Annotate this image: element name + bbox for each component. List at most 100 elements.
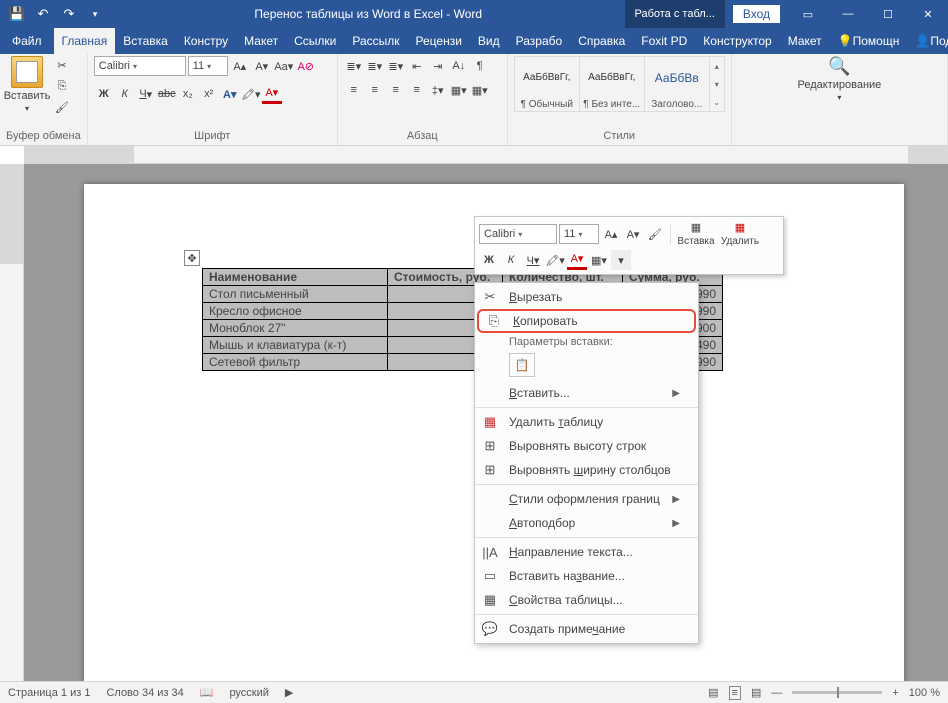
highlight-icon[interactable]: 🖍▾ [241,84,261,104]
bullets-icon[interactable]: ≣▾ [344,56,364,76]
indent-dec-icon[interactable]: ⇤ [407,56,427,76]
mini-underline-icon[interactable]: Ч▾ [523,250,543,270]
mini-font-combo[interactable]: Calibri▾ [479,224,557,244]
tab-table-layout[interactable]: Макет [780,28,830,54]
tab-table-design[interactable]: Конструктор [695,28,779,54]
view-web-icon[interactable]: ▤ [751,686,761,699]
tab-review[interactable]: Рецензи [408,28,470,54]
menu-distribute-cols[interactable]: ⊞Выровнять ширину столбцов [475,458,698,482]
status-language[interactable]: русский [229,687,268,699]
mini-painter-icon[interactable]: 🖌 [645,224,665,244]
menu-border-styles[interactable]: Стили оформления границ▶ [475,487,698,511]
qat-more-icon[interactable]: ▾ [84,3,106,25]
mini-shading-icon[interactable]: ▾ [611,250,631,270]
menu-copy[interactable]: ⎘Копировать [477,309,696,333]
show-marks-icon[interactable]: ¶ [470,56,490,76]
zoom-out-icon[interactable]: ― [771,687,782,699]
tab-developer[interactable]: Разрабо [508,28,571,54]
line-spacing-icon[interactable]: ‡▾ [428,80,448,100]
zoom-value[interactable]: 100 % [909,687,940,699]
shrink-font-icon[interactable]: A▾ [252,56,272,76]
mini-size-combo[interactable]: 11▾ [559,224,599,244]
menu-insert-caption[interactable]: ▭Вставить название... [475,564,698,588]
canvas[interactable]: ✥ Наименование Стоимость, руб. Количеств… [24,164,948,681]
strike-button[interactable]: abc [157,84,177,104]
grow-font-icon[interactable]: A▴ [230,56,250,76]
menu-autofit[interactable]: Автоподбор▶ [475,511,698,535]
status-macro-icon[interactable]: ▶ [285,686,293,699]
minimize-icon[interactable]: ― [828,0,868,28]
borders-icon[interactable]: ▦▾ [470,80,490,100]
mini-border-icon[interactable]: ▦▾ [589,250,609,270]
ruler-horizontal[interactable] [24,146,948,164]
tab-mailings[interactable]: Рассылк [344,28,407,54]
clear-format-icon[interactable]: A⊘ [296,56,316,76]
superscript-button[interactable]: x² [199,84,219,104]
maximize-icon[interactable]: ☐ [868,0,908,28]
save-icon[interactable]: 💾 [6,3,28,25]
text-effects-icon[interactable]: A▾ [220,84,240,104]
indent-inc-icon[interactable]: ⇥ [428,56,448,76]
close-icon[interactable]: ✕ [908,0,948,28]
login-button[interactable]: Вход [733,5,780,23]
tab-design[interactable]: Констру [176,28,236,54]
align-left-icon[interactable]: ≡ [344,80,364,100]
table-move-handle-icon[interactable]: ✥ [184,250,200,266]
shading-icon[interactable]: ▦▾ [449,80,469,100]
tab-home[interactable]: Главная [54,28,116,54]
justify-icon[interactable]: ≡ [407,80,427,100]
style-nospacing[interactable]: АаБбВвГг,¶ Без инте... [579,56,645,112]
tab-references[interactable]: Ссылки [286,28,344,54]
mini-insert-button[interactable]: ▦Вставка [676,221,716,247]
ribbon-options-icon[interactable]: ▭ [788,0,828,28]
menu-paste[interactable]: Вставить...▶ [475,381,698,405]
multilevel-icon[interactable]: ≣▾ [386,56,406,76]
style-heading[interactable]: АаБбВвЗаголово... [644,56,710,112]
bold-button[interactable]: Ж [94,84,114,104]
menu-text-direction[interactable]: ||AНаправление текста... [475,540,698,564]
styles-gallery[interactable]: АаБбВвГг,¶ Обычный АаБбВвГг,¶ Без инте..… [514,56,725,112]
mini-italic-button[interactable]: К [501,250,521,270]
status-page[interactable]: Страница 1 из 1 [8,687,90,699]
menu-table-properties[interactable]: ▦Свойства таблицы... [475,588,698,612]
tab-foxit[interactable]: Foxit PD [633,28,695,54]
menu-delete-table[interactable]: ▦Удалить таблицу [475,410,698,434]
numbering-icon[interactable]: ≣▾ [365,56,385,76]
change-case-icon[interactable]: Aa▾ [274,56,294,76]
styles-more-icon[interactable]: ▴▾⌄ [709,56,725,112]
cut-icon[interactable]: ✂ [52,56,72,74]
tab-insert[interactable]: Вставка [115,28,176,54]
zoom-slider[interactable] [792,691,882,694]
tab-file[interactable]: Файл [0,28,54,54]
font-color-icon[interactable]: A▾ [262,84,282,104]
font-name-combo[interactable]: Calibri▾ [94,56,186,76]
view-read-icon[interactable]: ▤ [708,686,718,699]
tab-layout[interactable]: Макет [236,28,286,54]
mini-highlight-icon[interactable]: 🖍▾ [545,250,565,270]
view-print-icon[interactable]: ≡ [729,686,741,700]
undo-icon[interactable]: ↶ [32,3,54,25]
share-button[interactable]: 👤 Поделиться [907,28,948,54]
mini-fontcolor-icon[interactable]: A▾ [567,250,587,270]
tab-help[interactable]: Справка [570,28,633,54]
paste-option-icon[interactable]: 📋 [509,353,535,377]
underline-button[interactable]: Ч▾ [136,84,156,104]
redo-icon[interactable]: ↷ [58,3,80,25]
subscript-button[interactable]: x₂ [178,84,198,104]
align-right-icon[interactable]: ≡ [386,80,406,100]
status-words[interactable]: Слово 34 из 34 [106,687,183,699]
mini-grow-icon[interactable]: A▴ [601,224,621,244]
mini-delete-button[interactable]: ▦Удалить [718,221,762,247]
copy-icon[interactable]: ⎘ [52,77,72,95]
align-center-icon[interactable]: ≡ [365,80,385,100]
editing-button[interactable]: 🔍 Редактирование ▾ [818,56,860,102]
menu-new-comment[interactable]: 💬Создать примечание [475,617,698,641]
zoom-in-icon[interactable]: + [892,687,898,699]
format-painter-icon[interactable]: 🖌 [52,98,72,116]
style-normal[interactable]: АаБбВвГг,¶ Обычный [514,56,580,112]
font-size-combo[interactable]: 11▾ [188,56,228,76]
paste-button[interactable]: Вставить ▾ [6,56,48,113]
mini-shrink-icon[interactable]: A▾ [623,224,643,244]
tab-tell-me[interactable]: 💡 Помощн [830,28,908,54]
ruler-vertical[interactable] [0,164,24,681]
